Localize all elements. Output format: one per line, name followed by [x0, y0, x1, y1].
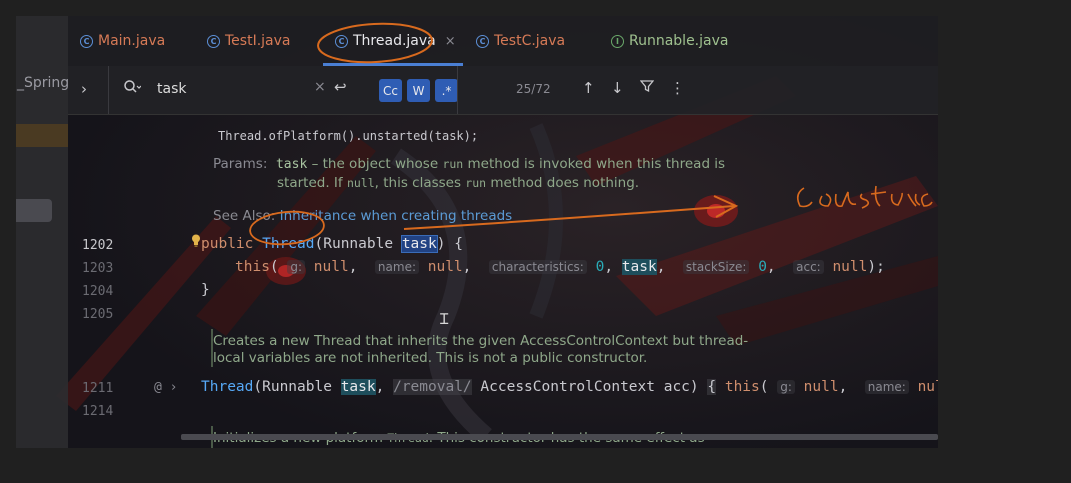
- project-selected-row[interactable]: [16, 124, 68, 147]
- doc-params: Params: task – the object whose run meth…: [213, 156, 726, 191]
- tab-thread-java[interactable]: C Thread.java ×: [335, 16, 456, 66]
- search-input[interactable]: [157, 78, 297, 100]
- tab-testi-java[interactable]: C TestI.java: [207, 16, 290, 66]
- code-line-1202: public Thread(Runnable task) {: [201, 235, 463, 253]
- previous-match-icon[interactable]: ↑: [582, 79, 595, 97]
- mouse-cursor-icon: Ɪ: [440, 310, 449, 328]
- class-icon: C: [476, 34, 489, 48]
- see-also-link[interactable]: Inheritance when creating threads: [280, 208, 513, 224]
- doc-see-also: See Also: Inheritance when creating thre…: [213, 208, 513, 224]
- class-icon: C: [80, 34, 93, 48]
- editor-tab-bar: C Main.java C TestI.java C Thread.java ×…: [68, 16, 938, 66]
- project-tree-row[interactable]: [16, 199, 52, 222]
- match-counter: 25/72: [516, 82, 551, 96]
- project-panel-strip: _Spring: [16, 16, 69, 448]
- class-icon: C: [207, 34, 220, 48]
- code-line-1204: }: [201, 282, 210, 298]
- more-options-icon[interactable]: ⋮: [670, 79, 685, 97]
- gutter-annotation-icons[interactable]: @ ›: [154, 380, 177, 395]
- new-line-icon[interactable]: ↩: [334, 78, 347, 96]
- line-number: 1205: [82, 307, 114, 322]
- code-line-1211: Thread(Runnable task, /removal/ AccessCo…: [201, 379, 938, 395]
- tab-runnable-java[interactable]: I Runnable.java: [611, 16, 728, 66]
- filter-icon[interactable]: [639, 79, 655, 97]
- regex-toggle[interactable]: .*: [435, 79, 458, 102]
- line-number: 1211: [82, 381, 114, 396]
- doc-code-example: Thread.ofPlatform().unstarted(task);: [218, 129, 479, 143]
- words-toggle[interactable]: W: [407, 79, 430, 102]
- tab-main-java[interactable]: C Main.java: [80, 16, 165, 66]
- horizontal-scrollbar[interactable]: [181, 434, 938, 440]
- find-bar: › × ↩ Cc W .* 25/72 ↑ ↓ ⋮: [68, 66, 938, 115]
- next-match-icon[interactable]: ↓: [611, 79, 624, 97]
- code-editor[interactable]: Thread.ofPlatform().unstarted(task); Par…: [68, 114, 938, 448]
- tab-label: Main.java: [98, 33, 166, 49]
- clear-search-icon[interactable]: ×: [314, 79, 326, 95]
- match-case-toggle[interactable]: Cc: [379, 79, 402, 102]
- tab-label: Thread.java: [353, 33, 436, 49]
- expand-replace-icon[interactable]: ›: [81, 80, 87, 98]
- ide-window: _Spring C Main.java C TestI.java C Threa…: [16, 16, 938, 448]
- project-label[interactable]: _Spring: [17, 75, 69, 91]
- search-icon[interactable]: [123, 79, 142, 99]
- tab-testc-java[interactable]: C TestC.java: [476, 16, 565, 66]
- tab-label: Runnable.java: [629, 33, 729, 49]
- tab-label: TestI.java: [225, 33, 291, 49]
- line-number: 1202: [82, 238, 114, 253]
- line-number: 1214: [82, 404, 114, 419]
- folded-annotation[interactable]: /removal/: [393, 379, 472, 395]
- line-number: 1204: [82, 284, 114, 299]
- find-bar-divider: [108, 66, 109, 114]
- doc-access-control: Creates a new Thread that inherits the g…: [213, 333, 749, 366]
- line-number: 1203: [82, 261, 114, 276]
- interface-icon: I: [611, 34, 624, 48]
- tab-label: TestC.java: [494, 33, 566, 49]
- code-line-1203: this( g: null, name: null, characteristi…: [235, 259, 885, 275]
- lightbulb-icon[interactable]: [191, 234, 201, 247]
- class-icon: C: [335, 34, 348, 48]
- find-bar-divider: [457, 66, 458, 114]
- close-icon[interactable]: ×: [445, 34, 456, 49]
